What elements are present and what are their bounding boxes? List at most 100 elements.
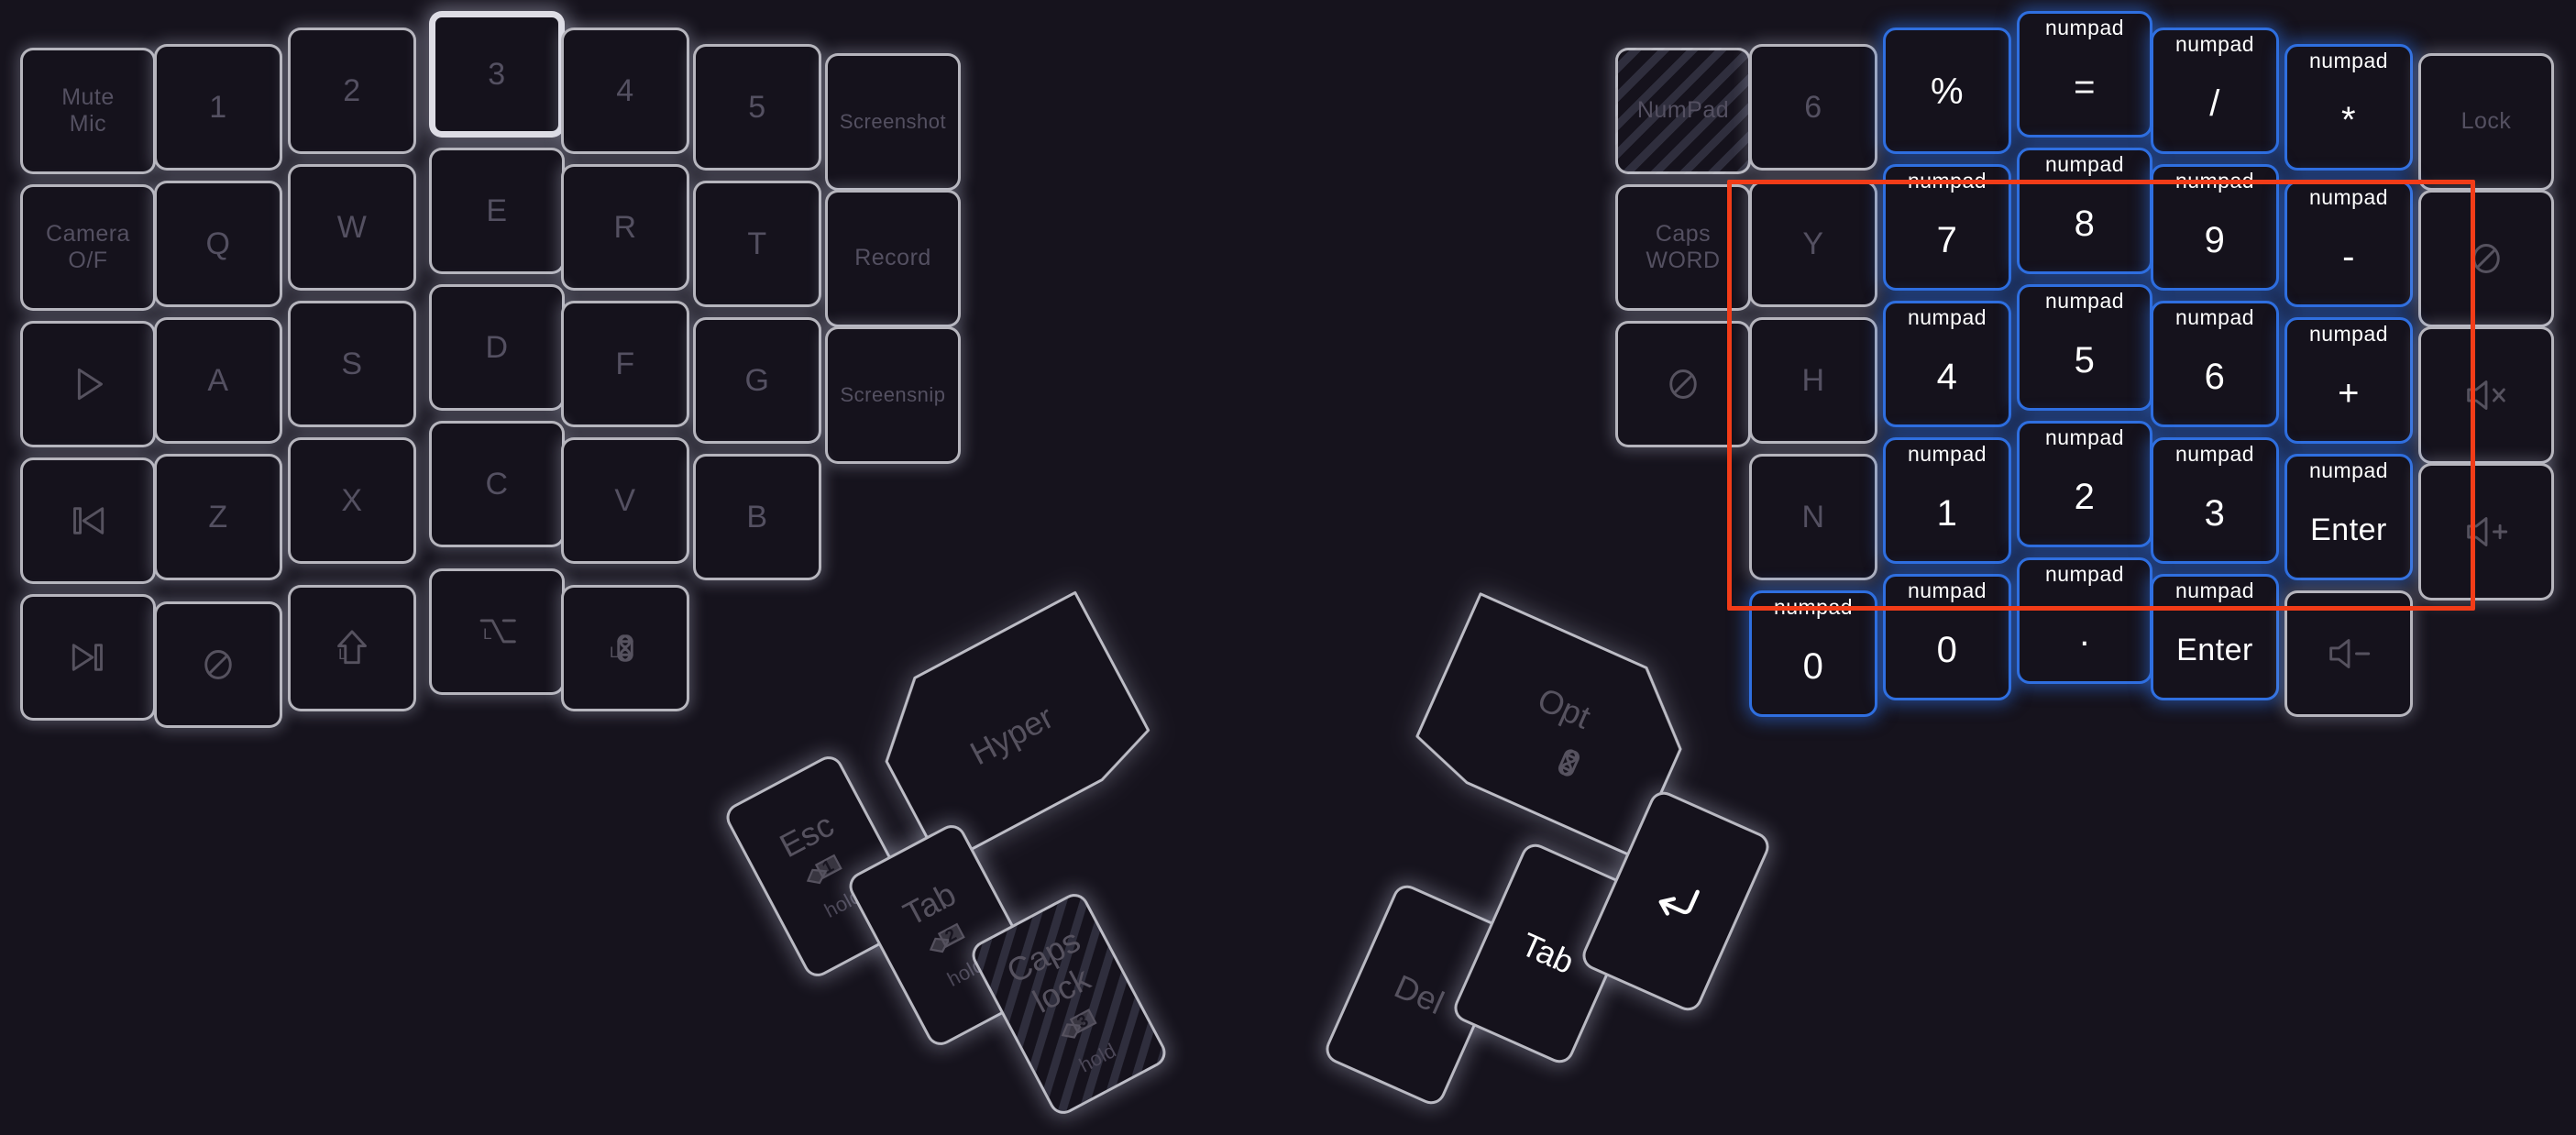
key-numpad-enter-2[interactable]: numpad Enter (2151, 574, 2279, 700)
key-label: 5 (2074, 339, 2096, 380)
key-caps-word[interactable]: Caps WORD (1615, 184, 1751, 311)
key-volume-mute[interactable] (2418, 326, 2554, 464)
numpad-tag-label: numpad (2174, 169, 2255, 193)
key-c[interactable]: C (429, 421, 565, 547)
key-numpad-0-b[interactable]: numpad 0 (1883, 574, 2011, 700)
numpad-tag-label: numpad (2044, 289, 2125, 313)
key-play-pause[interactable] (20, 321, 156, 447)
key-numpad-enter-1[interactable]: numpad Enter (2284, 454, 2413, 580)
key-q[interactable]: Q (154, 181, 282, 307)
key-numpad-layer[interactable]: NumPad (1615, 48, 1751, 174)
key-a[interactable]: A (154, 317, 282, 444)
key-r[interactable]: R (561, 164, 689, 291)
key-label: E (486, 193, 508, 228)
key-label: NumPad (1636, 97, 1730, 124)
key-numpad-plus[interactable]: numpad + (2284, 317, 2413, 444)
key-no-op-right-2[interactable] (1615, 321, 1751, 447)
numpad-tag-label: numpad (2044, 16, 2125, 39)
key-label: - (2342, 236, 2355, 277)
key-label: Screensnip (840, 383, 946, 407)
key-next-track[interactable] (20, 594, 156, 721)
key-x[interactable]: X (288, 437, 416, 564)
key-label: 5 (748, 89, 766, 125)
key-label: Y (1802, 226, 1824, 261)
key-label: * (2340, 99, 2357, 140)
key-numpad-7[interactable]: numpad 7 (1883, 164, 2011, 291)
key-numpad-minus[interactable]: numpad - (2284, 181, 2413, 307)
key-numpad-3[interactable]: numpad 3 (2151, 437, 2279, 564)
key-e[interactable]: E (429, 148, 565, 274)
key-hyper[interactable]: Hyper (842, 579, 1174, 878)
key-label: S (341, 346, 363, 381)
key-f[interactable]: F (561, 301, 689, 427)
key-5[interactable]: 5 (693, 44, 821, 171)
key-screenshot[interactable]: Screenshot (825, 53, 961, 191)
key-label: N (1801, 499, 1825, 534)
prev-track-icon (61, 494, 115, 547)
key-label: C (485, 466, 509, 501)
key-left-shift[interactable]: L (288, 585, 416, 711)
key-camera-on-off[interactable]: Camera O/F (20, 184, 156, 311)
no-op-icon (2460, 232, 2513, 285)
key-w[interactable]: W (288, 164, 416, 291)
key-no-op-right[interactable] (2418, 190, 2554, 327)
key-left-command[interactable]: L (561, 585, 689, 711)
key-label: % (1930, 72, 1965, 113)
key-numpad-8[interactable]: numpad 8 (2017, 148, 2152, 274)
key-screensnip[interactable]: Screensnip (825, 326, 961, 464)
key-record[interactable]: Record (825, 190, 961, 327)
key-label: Mute (61, 83, 115, 110)
key-6[interactable]: 6 (1749, 44, 1877, 171)
key-y[interactable]: Y (1749, 181, 1877, 307)
key-label: Caps (1655, 220, 1712, 247)
key-z[interactable]: Z (154, 454, 282, 580)
key-label: 4 (616, 72, 634, 108)
key-previous-track[interactable] (20, 457, 156, 584)
next-track-icon (61, 631, 115, 684)
key-left-option[interactable]: L (429, 568, 565, 695)
key-numpad-1[interactable]: numpad 1 (1883, 437, 2011, 564)
key-label: / (2209, 83, 2220, 124)
key-d[interactable]: D (429, 284, 565, 411)
key-2[interactable]: 2 (288, 28, 416, 154)
key-percent[interactable]: % (1883, 28, 2011, 154)
numpad-tag-label: numpad (1907, 169, 1987, 193)
key-numpad-5[interactable]: numpad 5 (2017, 284, 2152, 411)
key-label: R (613, 209, 637, 245)
key-numpad-0-a[interactable]: numpad 0 (1749, 590, 1877, 717)
key-t[interactable]: T (693, 181, 821, 307)
key-label: 0 (1936, 629, 1958, 670)
hold-label: hold (1074, 1038, 1120, 1077)
key-numpad-equals[interactable]: numpad = (2017, 11, 2152, 138)
command-left-icon: L (599, 622, 652, 675)
key-lock[interactable]: Lock (2418, 53, 2554, 191)
key-numpad-slash[interactable]: numpad / (2151, 28, 2279, 154)
numpad-tag-label: numpad (2044, 425, 2125, 449)
key-numpad-6[interactable]: numpad 6 (2151, 301, 2279, 427)
key-4[interactable]: 4 (561, 28, 689, 154)
key-h[interactable]: H (1749, 317, 1877, 444)
key-v[interactable]: V (561, 437, 689, 564)
numpad-tag-label: numpad (2308, 458, 2389, 482)
key-3[interactable]: 3 (429, 11, 565, 138)
key-n[interactable]: N (1749, 454, 1877, 580)
key-label: X (341, 482, 363, 518)
key-volume-down[interactable] (2284, 590, 2413, 717)
key-1[interactable]: 1 (154, 44, 282, 171)
key-b[interactable]: B (693, 454, 821, 580)
key-label: O/F (68, 248, 108, 273)
key-volume-up[interactable] (2418, 463, 2554, 601)
key-numpad-2[interactable]: numpad 2 (2017, 421, 2152, 547)
key-s[interactable]: S (288, 301, 416, 427)
key-numpad-9[interactable]: numpad 9 (2151, 164, 2279, 291)
volume-mute-icon (2460, 369, 2513, 422)
key-numpad-period[interactable]: numpad. (2017, 557, 2152, 684)
key-numpad-4[interactable]: numpad 4 (1883, 301, 2011, 427)
key-label: 0 (1802, 645, 1824, 687)
key-label: 6 (2204, 356, 2226, 397)
key-no-op[interactable] (154, 601, 282, 728)
key-g[interactable]: G (693, 317, 821, 444)
key-mute-mic[interactable]: Mute Mic (20, 48, 156, 174)
no-op-icon (1657, 358, 1710, 411)
key-numpad-asterisk[interactable]: numpad * (2284, 44, 2413, 171)
